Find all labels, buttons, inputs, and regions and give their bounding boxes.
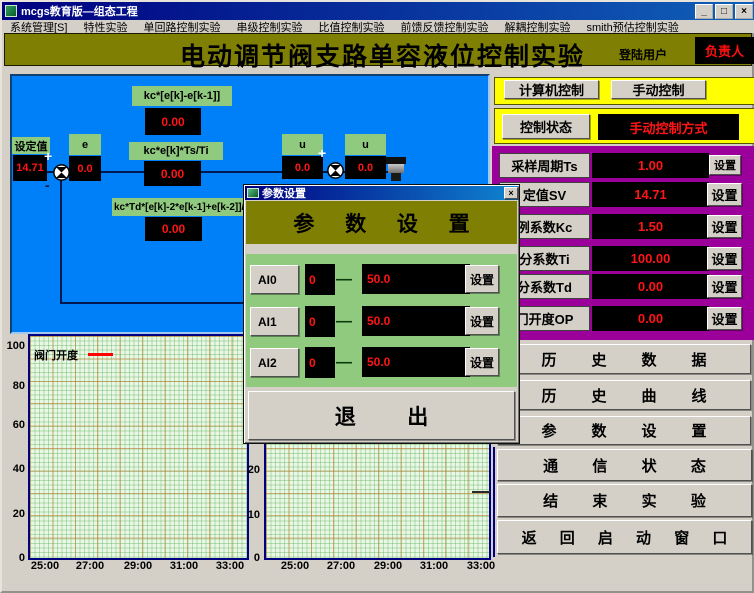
login-user-label: 登陆用户 (619, 46, 667, 63)
summing-junction2-icon (327, 162, 344, 179)
param-set-button-ts[interactable]: 设置 (709, 155, 741, 175)
left-chart-ytick: 100 (2, 340, 25, 352)
dialog-titlebar[interactable]: 参数设置 (245, 186, 518, 200)
valve-opening-trend-chart (28, 334, 249, 560)
dialog-exit-button[interactable]: 退出 (248, 391, 515, 440)
dialog-header: 参数设置 (246, 201, 517, 244)
left-chart-xtick: 25:00 (28, 560, 62, 572)
param-set-button-kc[interactable]: 设置 (707, 215, 742, 238)
ai2-low-value: 0 (305, 347, 335, 378)
ai1-set-button[interactable]: 设置 (465, 307, 499, 335)
ai1-range-dash: — (336, 314, 352, 330)
right-chart-ytick: 0 (240, 552, 260, 564)
ai1-low-value: 0 (305, 306, 335, 337)
param-value-kc: 1.50 (592, 214, 709, 239)
left-chart-ytick: 40 (2, 463, 25, 475)
param-set-button-sv[interactable]: 设置 (707, 183, 742, 206)
error-label: e (69, 134, 101, 155)
ai2-range-dash: — (336, 355, 352, 371)
right-chart-xtick: 27:00 (324, 560, 358, 572)
summing-junction-icon (53, 164, 70, 181)
d-term-formula: kc*Td*[e[k]-2*e[k-1]+e[k-2]]/ (112, 198, 251, 216)
logged-in-user-badge: 负责人 (695, 37, 754, 64)
param-value-op: 0.00 (592, 306, 709, 331)
ai0-set-button[interactable]: 设置 (465, 265, 499, 293)
u1-value: 0.0 (282, 156, 323, 179)
param-value-ti: 100.00 (592, 246, 709, 271)
ai1-high-value: 50.0 (362, 306, 470, 336)
control-status-button[interactable]: 控制状态 (502, 114, 590, 139)
control-status-display: 手动控制方式 (598, 114, 739, 140)
channel-ai1-button[interactable]: AI1 (250, 307, 299, 336)
d-term-value: 0.00 (145, 217, 202, 241)
left-chart-legend-line (88, 353, 113, 356)
dialog-close-icon[interactable]: × (504, 187, 518, 199)
window-titlebar[interactable]: mcgs教育版—组态工程 _ □ × (2, 2, 754, 20)
history-data-button[interactable]: 历史数据 (497, 344, 751, 374)
channel-ai2-button[interactable]: AI2 (250, 348, 299, 377)
computer-control-button[interactable]: 计算机控制 (504, 80, 599, 99)
wire-feedback-vertical (60, 180, 62, 304)
left-chart-ytick: 60 (2, 419, 25, 431)
sum-minus-sign: - (45, 178, 50, 192)
ai0-range-dash: — (336, 272, 352, 288)
app-icon (5, 5, 17, 17)
restore-button[interactable]: □ (715, 4, 733, 19)
param-label-ts: 采样周期Ts (499, 153, 590, 178)
left-chart-xtick: 31:00 (167, 560, 201, 572)
param-set-button-op[interactable]: 设置 (707, 307, 742, 330)
comm-status-button[interactable]: 通信状态 (497, 449, 752, 481)
sum-plus-sign: + (44, 149, 52, 163)
p-term-formula: kc*[e[k]-e[k-1]] (132, 86, 232, 106)
ai2-high-value: 50.0 (362, 347, 470, 377)
end-experiment-button[interactable]: 结束实验 (497, 484, 752, 517)
valve-stem-icon (391, 173, 401, 181)
u2-label: u (345, 134, 386, 155)
ai0-high-value: 50.0 (362, 264, 470, 294)
right-chart-xtick: 29:00 (371, 560, 405, 572)
dialog-icon (247, 188, 259, 198)
channel-ai0-button[interactable]: AI0 (250, 265, 299, 294)
valve-icon (386, 157, 406, 164)
i-term-formula: kc*e[k]*Ts/Ti (129, 142, 223, 160)
valve-body-icon (388, 164, 404, 173)
error-value: 0.0 (69, 156, 101, 181)
left-chart-ytick: 80 (2, 380, 25, 392)
level-pv-line (472, 491, 490, 493)
left-chart-legend-label: 阀门开度 (34, 347, 78, 363)
left-chart-xtick: 27:00 (73, 560, 107, 572)
sum2-plus-sign: + (318, 146, 326, 160)
param-set-button-ti[interactable]: 设置 (707, 247, 742, 270)
right-chart-ytick: 20 (240, 464, 260, 476)
right-chart-xtick: 33:00 (464, 560, 498, 572)
u1-label: u (282, 134, 323, 155)
right-chart-xtick: 25:00 (278, 560, 312, 572)
app-window: mcgs教育版—组态工程 _ □ × 系统管理[S] 特性实验 单回路控制实验 … (0, 0, 754, 593)
manual-control-button[interactable]: 手动控制 (611, 80, 706, 99)
setpoint-value: 14.71 (13, 155, 47, 181)
left-chart-xtick: 29:00 (121, 560, 155, 572)
window-title: mcgs教育版—组态工程 (21, 3, 138, 19)
param-set-button-td[interactable]: 设置 (707, 275, 742, 298)
u2-value: 0.0 (345, 156, 386, 179)
history-curve-button[interactable]: 历史曲线 (497, 380, 751, 410)
param-value-td: 0.00 (592, 274, 709, 299)
param-value-ts: 1.00 (592, 153, 709, 178)
ai0-low-value: 0 (305, 264, 335, 295)
p-term-value: 0.00 (145, 108, 201, 135)
return-start-window-button[interactable]: 返回启动窗口 (497, 520, 752, 554)
ai2-set-button[interactable]: 设置 (465, 348, 499, 376)
i-term-value: 0.00 (144, 161, 201, 186)
page-title: 电动调节阀支路单容液位控制实验 (180, 37, 585, 73)
close-button[interactable]: × (735, 4, 753, 19)
param-value-sv: 14.71 (592, 182, 709, 207)
minimize-button[interactable]: _ (695, 4, 713, 19)
left-chart-ytick: 20 (2, 508, 25, 520)
parameter-settings-button[interactable]: 参数设置 (497, 416, 751, 445)
right-chart-xtick: 31:00 (417, 560, 451, 572)
menu-bar: 系统管理[S] 特性实验 单回路控制实验 串级控制实验 比值控制实验 前馈反馈控… (2, 20, 754, 33)
dialog-title: 参数设置 (262, 185, 306, 201)
right-chart-ytick: 10 (240, 509, 260, 521)
left-chart-ytick: 0 (2, 552, 25, 564)
